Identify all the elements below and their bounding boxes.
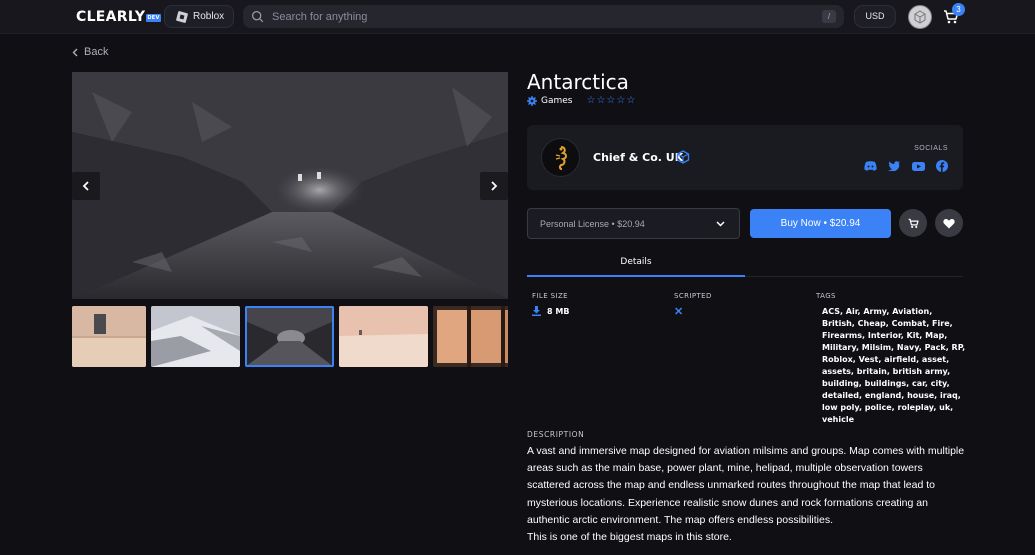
seller-logo[interactable] (541, 138, 580, 177)
description: A vast and immersive map designed for av… (527, 443, 967, 546)
tab-divider (745, 276, 963, 277)
currency-button[interactable]: USD (854, 5, 896, 28)
user-avatar-icon (914, 10, 926, 24)
file-size: 8 MB (532, 306, 569, 316)
discord-icon[interactable] (863, 159, 877, 173)
thumbnail-5[interactable] (433, 306, 508, 367)
seller-name[interactable]: Chief & Co. UK (593, 151, 683, 164)
avatar[interactable] (908, 5, 932, 29)
license-select[interactable]: Personal License • $20.94 (527, 208, 740, 239)
gear-icon (527, 95, 537, 106)
license-select-value: Personal License • $20.94 (540, 218, 645, 229)
back-label: Back (84, 46, 109, 58)
description-label: DESCRIPTION (527, 430, 585, 439)
product-title: Antarctica (527, 70, 629, 94)
thumbnail-3[interactable] (245, 306, 334, 367)
youtube-icon[interactable] (911, 159, 925, 173)
tags-list: ACS, Air, Army, Aviation, British, Cheap… (822, 307, 966, 424)
category-link[interactable]: Games (541, 96, 572, 106)
search-icon (251, 10, 264, 23)
file-size-label: FILE SIZE (532, 292, 568, 300)
previous-image-button[interactable] (72, 172, 100, 200)
search-input[interactable] (272, 10, 822, 23)
thumbnail-1[interactable] (72, 306, 146, 367)
cave-tunnel-image (72, 72, 508, 299)
logo-badge: DEV (146, 14, 161, 22)
back-link[interactable]: Back (72, 46, 108, 58)
thumbnail-4[interactable] (339, 306, 428, 367)
rating-stars: ☆☆☆☆☆ (586, 95, 637, 106)
tab-details[interactable]: Details (527, 252, 745, 277)
buy-now-button[interactable]: Buy Now • $20.94 (750, 209, 891, 238)
heart-icon (943, 218, 955, 228)
next-image-button[interactable] (480, 172, 508, 200)
seller-card: Chief & Co. UK SOCIALS (527, 125, 963, 190)
cart-count-badge: 3 (952, 3, 965, 16)
thumbnail-2[interactable] (151, 306, 240, 367)
category-row: Games ☆☆☆☆☆ (527, 95, 636, 106)
thumbnail-strip (72, 306, 508, 367)
chevron-left-icon (72, 48, 78, 56)
download-icon (532, 306, 541, 316)
scripted-value: ✕ (674, 306, 684, 318)
file-size-value: 8 MB (547, 306, 570, 316)
platform-label: Roblox (193, 11, 225, 22)
twitter-icon[interactable] (887, 159, 901, 173)
description-paragraph: A vast and immersive map designed for av… (527, 445, 965, 526)
search-shortcut-hint: / (822, 10, 836, 23)
chevron-left-icon (82, 181, 89, 191)
logo[interactable]: CLEARLY DEV (76, 9, 161, 25)
platform-selector-button[interactable]: Roblox (164, 5, 234, 28)
cart-icon (908, 218, 919, 228)
verified-badge-icon (676, 150, 690, 164)
search-bar[interactable]: / (243, 5, 844, 28)
scripted-label: SCRIPTED (674, 292, 712, 300)
social-links (863, 159, 949, 173)
roblox-icon (175, 10, 189, 23)
wishlist-button[interactable] (935, 209, 963, 237)
chevron-down-icon (716, 220, 725, 227)
add-to-cart-button[interactable] (899, 209, 927, 237)
tags-label: TAGS (816, 292, 836, 300)
seahorse-logo-icon (555, 145, 567, 170)
chevron-right-icon (491, 181, 498, 191)
product-main-image[interactable] (72, 72, 508, 299)
facebook-icon[interactable] (935, 159, 949, 173)
description-paragraph: This is one of the biggest maps in this … (527, 531, 732, 544)
top-nav-bar: CLEARLYDEV Roblox / USD 3 (0, 0, 1035, 34)
socials-label: SOCIALS (914, 145, 948, 152)
